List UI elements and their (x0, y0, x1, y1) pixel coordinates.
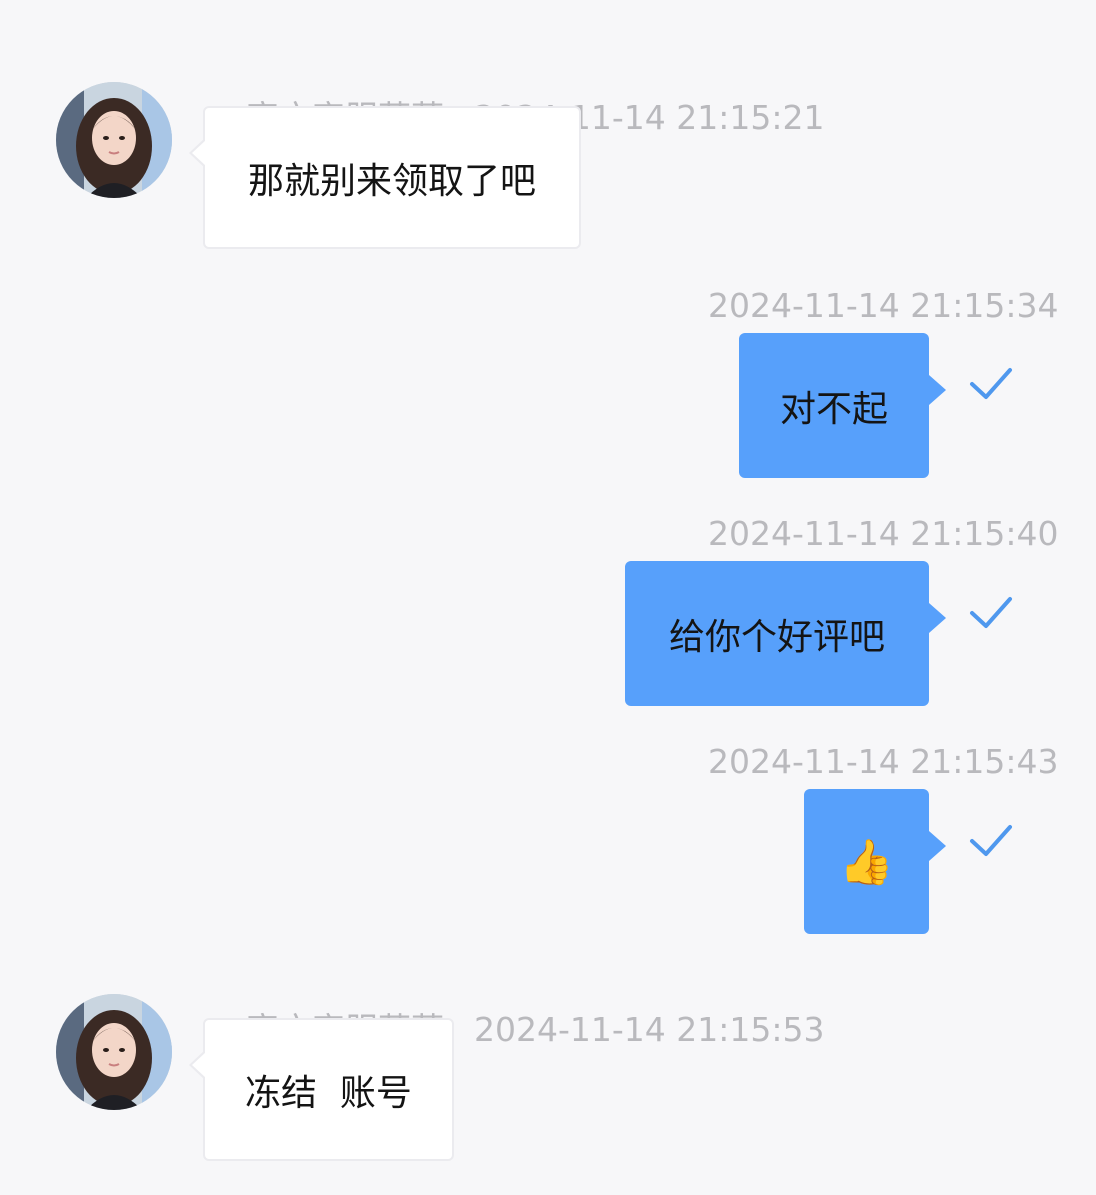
timestamp: 2024-11-14 21:15:43 (708, 742, 1059, 781)
avatar-image (56, 82, 172, 198)
message-text: 给你个好评吧 (668, 616, 885, 658)
timestamp: 2024-11-14 21:15:40 (708, 514, 1059, 553)
message-text: 那就别来领取了吧 (247, 160, 536, 202)
chat-thread: 官方客服蔚蓝2024-11-14 21:15:21 那就别来领取了吧 2024-… (0, 0, 1096, 1195)
timestamp: 2024-11-14 21:15:34 (708, 286, 1059, 325)
check-icon (970, 597, 1012, 628)
incoming-message-bubble[interactable]: 那就别来领取了吧 (189, 106, 581, 249)
check-icon (970, 368, 1012, 399)
incoming-message-bubble[interactable]: 冻结 账号 (189, 1018, 454, 1161)
outgoing-message-bubble[interactable]: 给你个好评吧 (625, 561, 946, 706)
avatar-image (56, 994, 172, 1110)
avatar[interactable] (56, 82, 172, 198)
outgoing-message-bubble[interactable]: 👍 (804, 789, 946, 934)
message-text: 对不起 (779, 388, 888, 430)
avatar[interactable] (56, 994, 172, 1110)
outgoing-message-bubble[interactable]: 对不起 (739, 333, 946, 478)
timestamp: 2024-11-14 21:15:53 (473, 1010, 825, 1049)
message-text: 冻结 账号 (245, 1072, 412, 1114)
check-icon (970, 825, 1012, 856)
thumbs-up-emoji: 👍 (839, 836, 894, 888)
